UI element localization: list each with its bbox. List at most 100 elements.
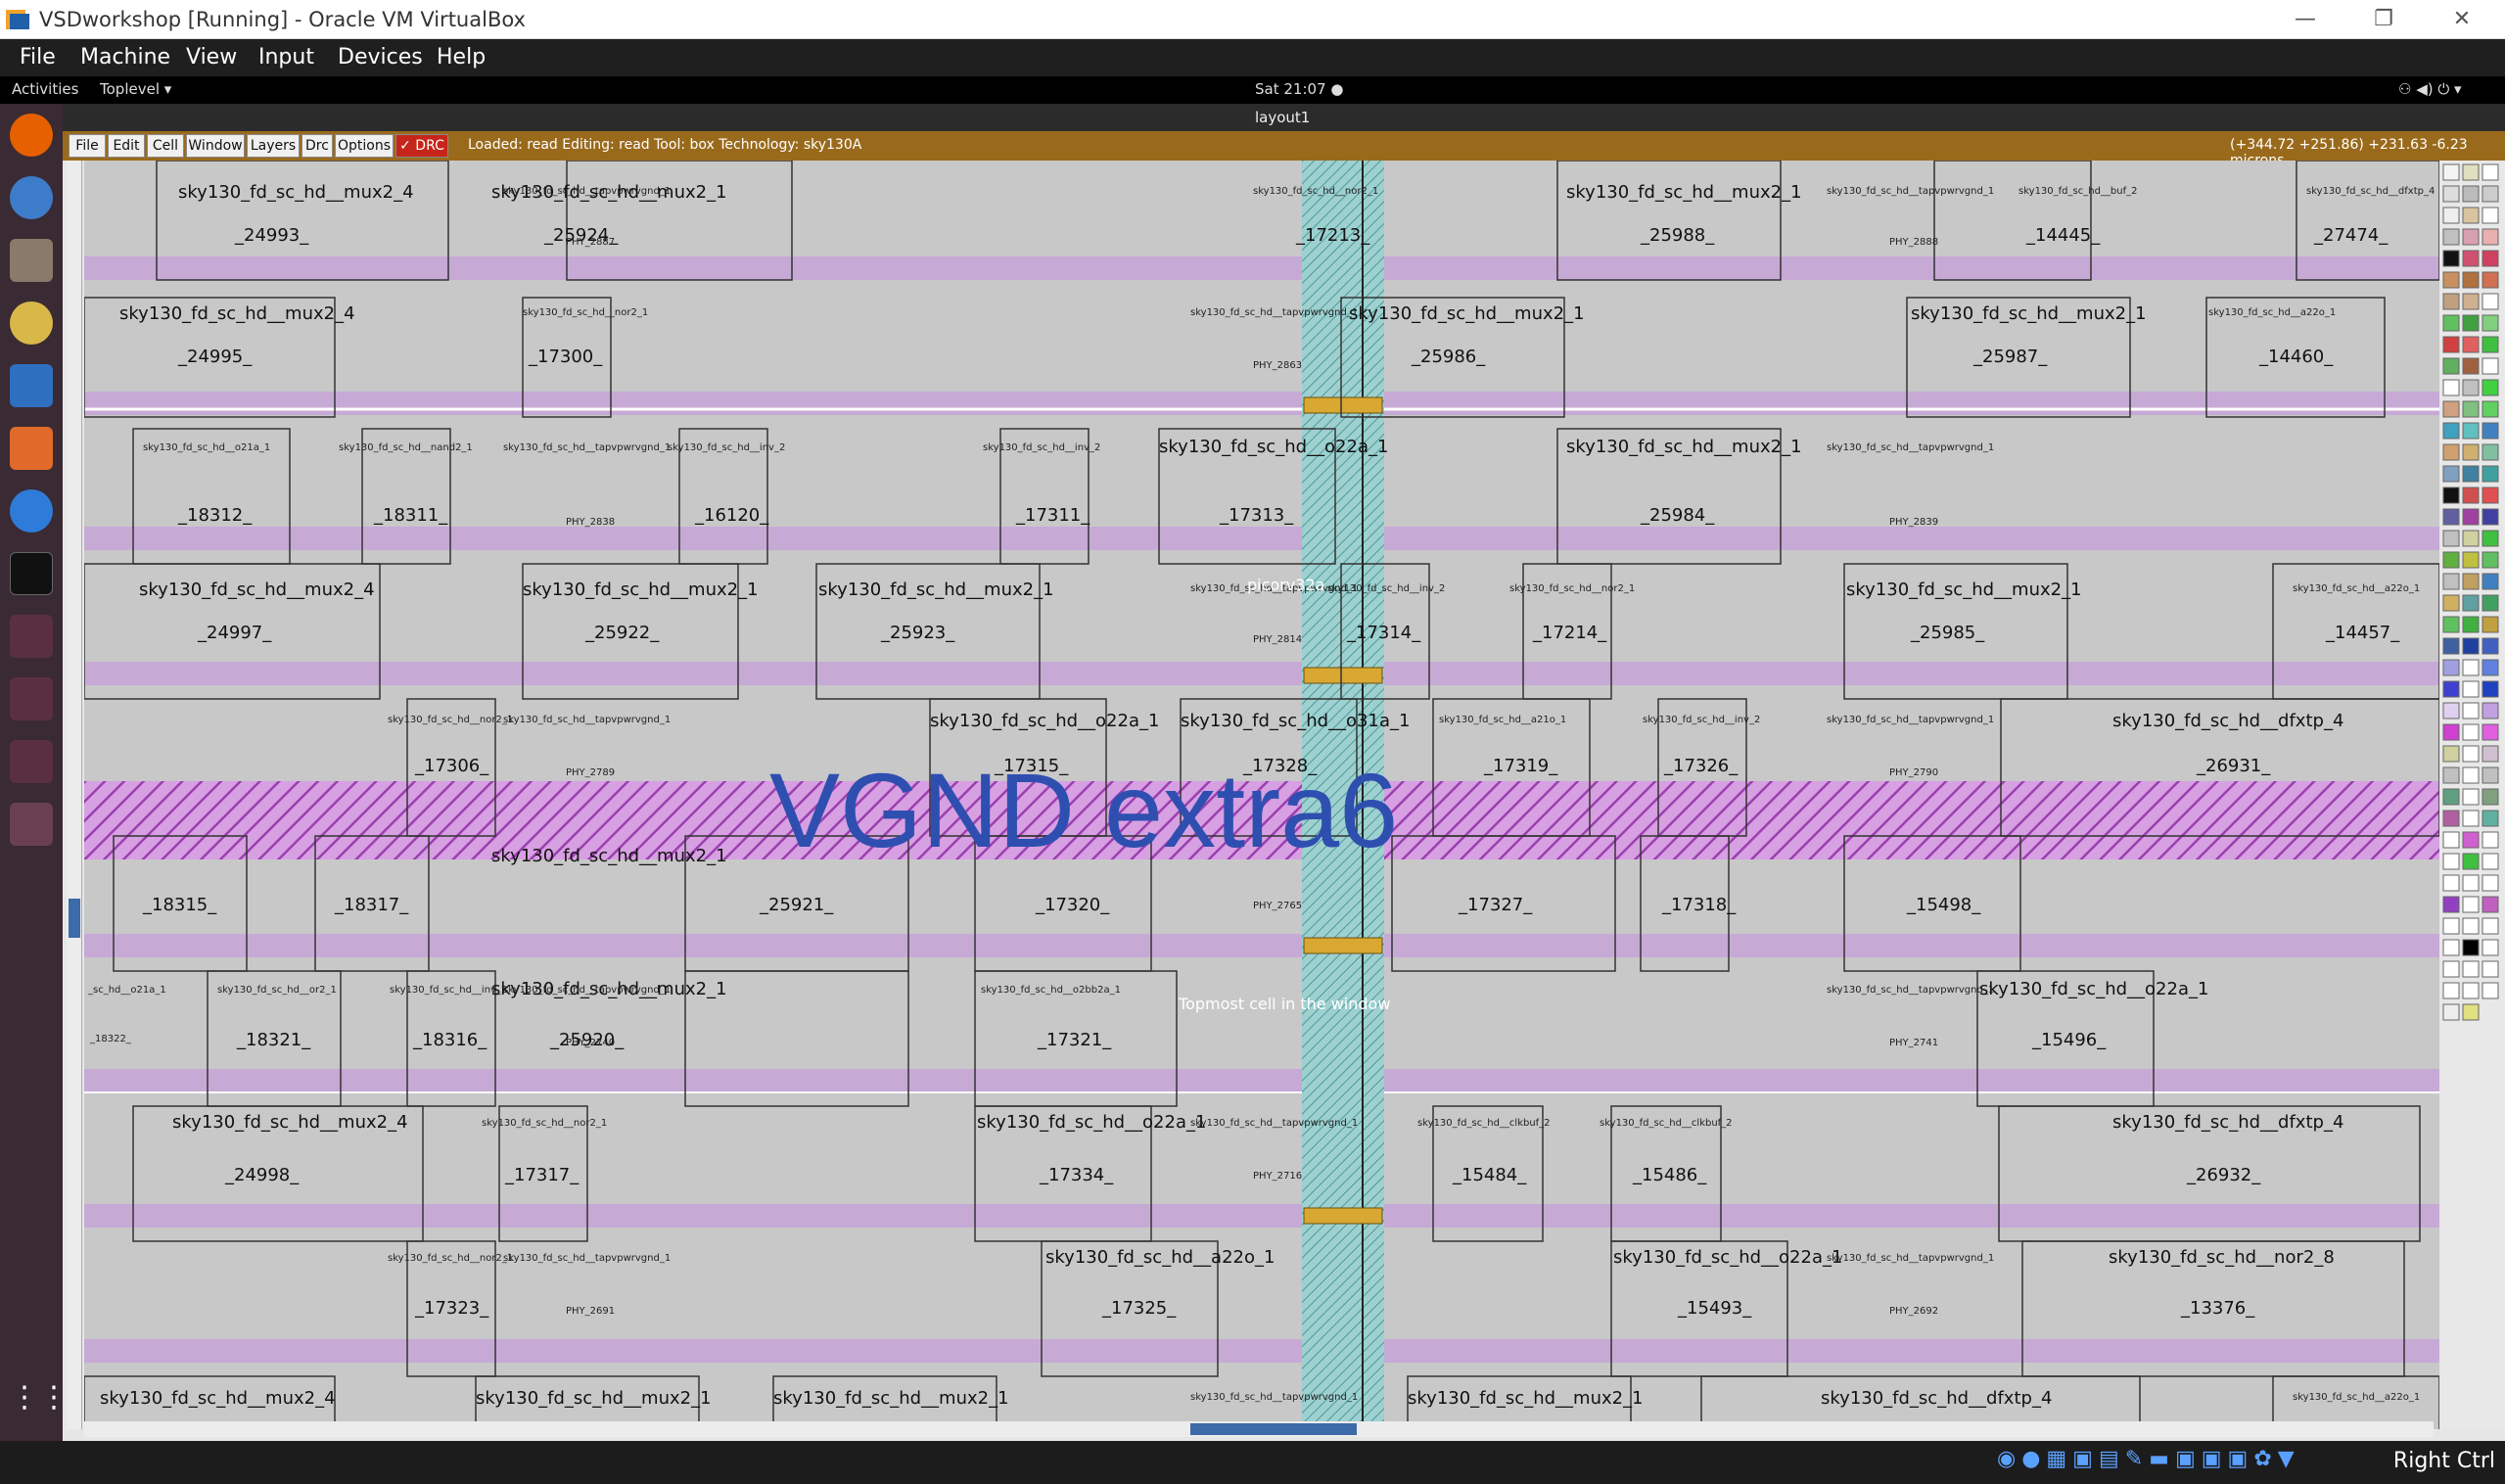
system-tray-icons[interactable]: ⚇ ◀) ⏻ ▾ [2398, 80, 2462, 98]
app-icon-4[interactable] [10, 803, 53, 846]
cell-id: _25986_ [1412, 347, 1486, 367]
firefox-icon[interactable] [10, 114, 53, 157]
horizontal-scrollbar[interactable] [84, 1421, 2434, 1437]
magic-titlebar: layout1 [63, 104, 2505, 131]
gnome-topbar: Activities Toplevel ▾ Sat 21:07 ● ⚇ ◀) ⏻… [0, 76, 2505, 104]
terminal-icon[interactable] [10, 552, 53, 595]
window-title: VSDworkshop [Running] - Oracle VM Virtua… [39, 8, 526, 31]
cell-id: _17311_ [1016, 505, 1090, 526]
phy-label: PHY_2741 [1889, 1038, 1939, 1048]
menu-view[interactable]: View [180, 43, 243, 71]
magic-menu-edit[interactable]: Edit [108, 134, 145, 158]
cell-id: _27474_ [2314, 225, 2389, 246]
cell-id: _17214_ [1533, 623, 1607, 643]
menu-help[interactable]: Help [431, 43, 491, 71]
magic-menu-drc[interactable]: Drc [302, 134, 333, 158]
restore-button[interactable]: ❐ [2354, 4, 2413, 35]
minimize-button[interactable]: — [2276, 4, 2335, 35]
power-rail [84, 934, 2439, 957]
vertical-scrollbar[interactable] [67, 161, 82, 1429]
cell-label: sky130_fd_sc_hd__o21a_1 [143, 442, 271, 453]
cell-label: sky130_fd_sc_hd__dfxtp_4 [1821, 1388, 2053, 1409]
vertical-scroll-thumb[interactable] [69, 899, 80, 938]
activities-button[interactable]: Activities [12, 80, 78, 98]
horizontal-scroll-thumb[interactable] [1190, 1423, 1357, 1435]
cell-id: _17313_ [1220, 505, 1294, 526]
cell-label: sky130_fd_sc_hd__inv_2 [983, 442, 1101, 453]
cell-label: sky130_fd_sc_hd__inv_2 [668, 442, 786, 453]
magic-menu-options[interactable]: Options [335, 134, 394, 158]
magic-menu-layers[interactable]: Layers [247, 134, 300, 158]
menu-file[interactable]: File [14, 43, 62, 71]
phy-label: PHY_2790 [1889, 767, 1939, 778]
cell-label: sky130_fd_sc_hd__mux2_1 [1911, 303, 2147, 324]
writer-icon[interactable] [10, 364, 53, 407]
drc-toggle[interactable]: ✓ DRC [395, 134, 448, 158]
close-button[interactable]: ✕ [2433, 4, 2491, 35]
phy-label: PHY_2863 [1253, 360, 1303, 371]
software-icon[interactable] [10, 427, 53, 470]
cell-label: sky130_fd_sc_hd__nand2_1 [339, 442, 473, 453]
cell-id: _17317_ [505, 1165, 580, 1185]
cell-id: _17300_ [529, 347, 603, 367]
toplevel-menu[interactable]: Toplevel ▾ [100, 80, 171, 98]
menu-devices[interactable]: Devices [332, 43, 429, 71]
app-icon-2[interactable] [10, 677, 53, 720]
cell-label: sky130_fd_sc_hd__mux2_1 [818, 580, 1054, 600]
rhythmbox-icon[interactable] [10, 301, 53, 345]
cell-id: _17318_ [1662, 895, 1737, 915]
magic-menu-cell[interactable]: Cell [147, 134, 184, 158]
tap-label: sky130_fd_sc_hd__tapvpwrvgnd_1 [1190, 1392, 1359, 1403]
magic-menu-window[interactable]: Window [186, 134, 245, 158]
cell-id: _24997_ [198, 623, 272, 643]
power-rail [84, 527, 2439, 550]
cell-label: sky130_fd_sc_hd__dfxtp_4 [2112, 1112, 2344, 1133]
cell-label: sky130_fd_sc_hd__nor2_8 [2109, 1247, 2335, 1268]
cell-id: _15493_ [1678, 1298, 1752, 1319]
power-rail [84, 392, 2439, 415]
tap-label: sky130_fd_sc_hd__tapvpwrvgnd_1 [1190, 1118, 1359, 1129]
tap-label: sky130_fd_sc_hd__tapvpwrvgnd_1 [503, 186, 672, 197]
cell-id: _17325_ [1102, 1298, 1177, 1319]
power-rail [84, 1069, 2439, 1092]
cell-label: sky130_fd_sc_hd__a21o_1 [1439, 715, 1567, 725]
cell-id: _25988_ [1641, 225, 1715, 246]
phy-label: PHY_2692 [1889, 1306, 1939, 1317]
tap-label: sky130_fd_sc_hd__tapvpwrvgnd_1 [1827, 715, 1995, 725]
phy-label: PHY_2789 [566, 767, 616, 778]
magic-toolbar: File Edit Cell Window Layers Drc Options… [63, 131, 2505, 168]
cell-id: _15486_ [1633, 1165, 1707, 1185]
phy-label: PHY_2888 [1889, 237, 1939, 248]
cell-id: _14460_ [2259, 347, 2334, 367]
menu-input[interactable]: Input [253, 43, 320, 71]
app-icon-1[interactable] [10, 615, 53, 658]
cell-id: _17314_ [1347, 623, 1421, 643]
cell-id: _17327_ [1459, 895, 1533, 915]
magic-menu-file[interactable]: File [69, 134, 106, 158]
menu-machine[interactable]: Machine [74, 43, 176, 71]
clock[interactable]: Sat 21:07 ● [1255, 80, 1343, 98]
cell-id: _15496_ [2032, 1030, 2107, 1050]
cell-label: sky130_fd_sc_hd__a22o_1 [2293, 583, 2421, 594]
cell-id: _17334_ [1040, 1165, 1114, 1185]
status-text: Loaded: read Editing: read Tool: box Tec… [468, 137, 862, 153]
cell-id: _17306_ [415, 756, 489, 776]
cell-label: sky130_fd_sc_hd__a22o_1 [1045, 1247, 1276, 1268]
cell-id: _18321_ [237, 1030, 311, 1050]
layer-palette[interactable] [2439, 161, 2505, 1429]
cell-id: _14457_ [2326, 623, 2400, 643]
thunderbird-icon[interactable] [10, 176, 53, 219]
status-tray-icons[interactable]: ◉●▦▣▤✎▬▣▣▣✿▼ [1997, 1447, 2389, 1478]
app-grid-icon[interactable]: ⋮⋮ [10, 1380, 69, 1423]
help-icon[interactable] [10, 489, 53, 533]
cell-id: _15498_ [1907, 895, 1981, 915]
files-icon[interactable] [10, 239, 53, 282]
cell-id: _24995_ [178, 347, 253, 367]
app-icon-3[interactable] [10, 740, 53, 783]
magic-window-title: layout1 [1255, 109, 1311, 126]
cell-label: sky130_fd_sc_hd__mux2_1 [523, 580, 759, 600]
tap-label: sky130_fd_sc_hd__tapvpwrvgnd_1 [1190, 307, 1359, 318]
cell-id: _18311_ [374, 505, 448, 526]
cell-id: _25985_ [1911, 623, 1985, 643]
layout-canvas[interactable]: sky130_fd_sc_hd__mux2_4 _24993_ sky130_f… [84, 161, 2439, 1429]
